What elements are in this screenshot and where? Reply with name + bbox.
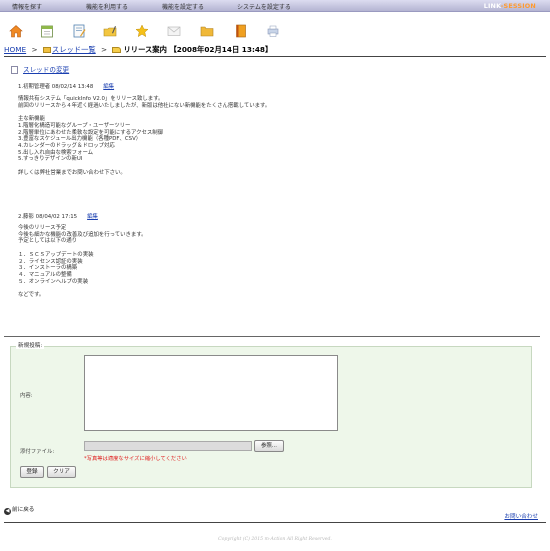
post-line: ４．マニュアルの整備 <box>18 271 72 278</box>
attachment-note: *写真等は適度なサイズに縮小してください <box>84 456 187 462</box>
notepad-icon[interactable] <box>72 24 86 38</box>
printer-icon[interactable] <box>266 24 280 38</box>
content-textarea[interactable] <box>84 355 338 431</box>
contact-link[interactable]: お問い合わせ <box>504 512 538 520</box>
menu-configure-features[interactable]: 機能を設定する <box>162 2 204 11</box>
post-line <box>18 109 270 116</box>
icon-toolbar <box>0 14 550 44</box>
browse-button[interactable]: 参照... <box>254 440 284 452</box>
calendar-icon[interactable] <box>40 24 54 38</box>
back-link[interactable]: ◀ 前に戻る <box>4 505 34 515</box>
post-author-date: 2.藤影 08/04/02 17:15 <box>18 214 78 220</box>
post-author-date: 1.初期管理者 08/02/14 13:48 <box>18 84 94 90</box>
breadcrumb: HOME > スレッド一覧 > リリース案内 【2008年02月14日 13:4… <box>4 45 272 55</box>
breadcrumb-home-link[interactable]: HOME <box>4 45 26 54</box>
logo-text: LINK <box>483 2 501 10</box>
submit-button[interactable]: 登録 <box>20 466 44 478</box>
star-icon[interactable] <box>135 24 149 38</box>
post-line: 情報共有システム「quickInfo V2.0」をリリース致します。 <box>18 96 164 102</box>
book-icon[interactable] <box>234 24 248 38</box>
thread-change-link[interactable]: スレッドの変更 <box>23 66 69 74</box>
menu-configure-system[interactable]: システムを設定する <box>237 2 291 11</box>
post-line: 前回のリリースから４年近く経過いたしましたが、新版は他社にない新機能をたくさん搭… <box>18 102 271 109</box>
back-link-label: 前に戻る <box>12 507 35 513</box>
post-edit-link[interactable]: 編集 <box>103 84 114 90</box>
menu-find-info[interactable]: 情報を探す <box>12 2 42 11</box>
form-legend: 新規投稿: <box>16 341 45 349</box>
breadcrumb-separator: > <box>31 45 38 54</box>
post-line: ３．インストーラの構築 <box>18 265 78 272</box>
open-folder-icon <box>112 47 122 53</box>
post-line: １．ＳＣＳアップデートの実装 <box>18 251 94 258</box>
page-title: リリース案内 【2008年02月14日 13:48】 <box>123 45 273 54</box>
post-edit-link[interactable]: 編集 <box>87 214 98 220</box>
post-body: 情報共有システム「quickInfo V2.0」をリリース致します。 前回のリリ… <box>18 96 270 176</box>
footer-divider <box>4 522 546 523</box>
content-divider <box>4 336 540 337</box>
home-icon[interactable] <box>9 24 23 38</box>
post-line: 3.豊富なスケジュール出力機能（各種PDF、CSV） <box>18 136 142 143</box>
attachment-file-field[interactable] <box>84 441 252 451</box>
back-arrow-icon: ◀ <box>4 508 11 515</box>
post-line: 予定としては以下の通り <box>18 238 78 245</box>
post-line: 詳しくは弊社営業までお問い合わせ下さい。 <box>18 169 126 176</box>
menu-use-features[interactable]: 機能を利用する <box>86 2 128 11</box>
logo-accent-text: -SESSION <box>500 2 536 10</box>
breadcrumb-thread-list-link[interactable]: スレッド一覧 <box>52 45 96 54</box>
breadcrumb-divider <box>4 56 546 57</box>
post-line: 4.カレンダーのドラッグ＆ドロップ対応 <box>18 142 115 149</box>
clear-button[interactable]: クリア <box>47 466 76 478</box>
post-line: ５．オンラインヘルプの実装 <box>18 278 89 285</box>
post-line: 今後のリリース予定 <box>18 225 67 231</box>
app-logo: LINK-SESSION <box>484 2 536 10</box>
post-line <box>18 245 147 252</box>
top-menu-bar: 情報を探す 機能を利用する 機能を設定する システムを設定する LINK-SES… <box>0 0 550 12</box>
folder-icon[interactable] <box>200 24 214 38</box>
thread-header: スレッドの変更 <box>11 64 69 74</box>
content-label: 内容: <box>20 393 33 399</box>
document-icon <box>11 66 18 74</box>
mail-icon[interactable] <box>167 24 181 38</box>
post-line: 主な新機能 <box>18 116 45 123</box>
copyright-text: Copyright (C) 2015 m-Action All Right Re… <box>218 537 332 542</box>
post-meta: 1.初期管理者 08/02/14 13:48 編集 <box>18 82 114 90</box>
post-meta: 2.藤影 08/04/02 17:15 編集 <box>18 212 98 220</box>
breadcrumb-separator: > <box>101 45 108 54</box>
post-line: 1.階層化構造可能なグループ・ユーザーツリー <box>18 122 131 129</box>
post-body: 今後のリリース予定 今後も細かな機能の改善及び追加を行っていきます。 予定として… <box>18 225 147 299</box>
folder-pen-icon[interactable] <box>103 24 117 38</box>
folder-icon <box>42 47 51 53</box>
post-line: 5.すっきりデザインの新UI <box>18 156 83 163</box>
post-line: などです。 <box>18 292 45 299</box>
attachment-label: 添付ファイル: <box>20 449 55 455</box>
post-line <box>18 163 270 170</box>
